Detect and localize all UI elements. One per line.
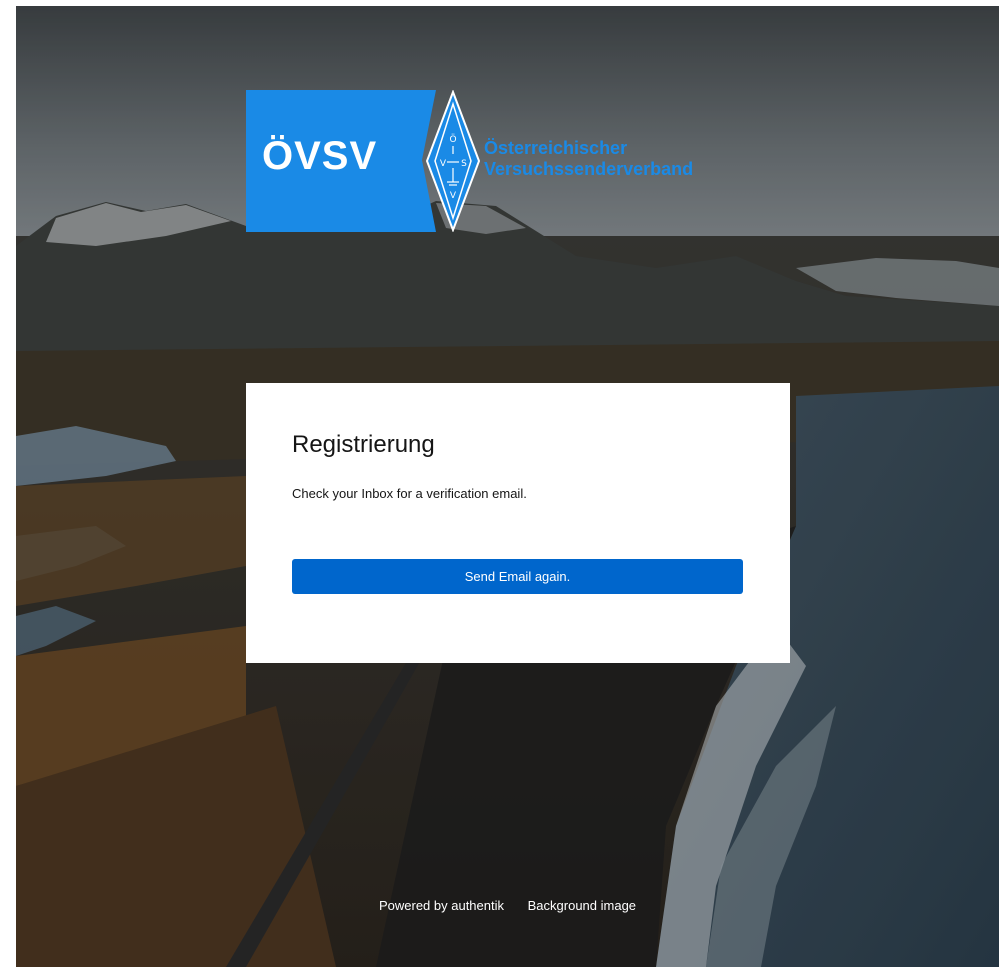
logo-full-name: Österreichischer Versuchssenderverband — [484, 138, 693, 180]
ovsv-diamond-emblem-icon: Ö V S V — [425, 90, 481, 232]
send-email-again-button[interactable]: Send Email again. — [292, 559, 743, 594]
svg-text:V: V — [450, 191, 457, 201]
logo-abbreviation: ÖVSV — [262, 134, 378, 178]
svg-text:V: V — [440, 159, 447, 169]
svg-text:S: S — [461, 159, 467, 169]
logo-name-line-1: Österreichischer — [484, 138, 628, 158]
ovsv-logo: ÖVSV Ö V S V Österreichischer Versuchsse… — [246, 90, 746, 232]
background-image-link[interactable]: Background image — [528, 898, 636, 913]
logo-name-line-2: Versuchssenderverband — [484, 159, 694, 179]
card-title: Registrierung — [292, 431, 435, 458]
powered-by-text: Powered by authentik — [378, 898, 504, 913]
verification-message: Check your Inbox for a verification emai… — [292, 486, 527, 501]
logo-blue-block: ÖVSV — [246, 90, 436, 232]
registration-card: Registrierung Check your Inbox for a ver… — [246, 383, 790, 663]
page-frame: ÖVSV Ö V S V Österreichischer Versuchsse… — [16, 6, 999, 967]
footer: Powered by authentik Background image — [16, 898, 999, 913]
svg-text:Ö: Ö — [449, 134, 456, 145]
